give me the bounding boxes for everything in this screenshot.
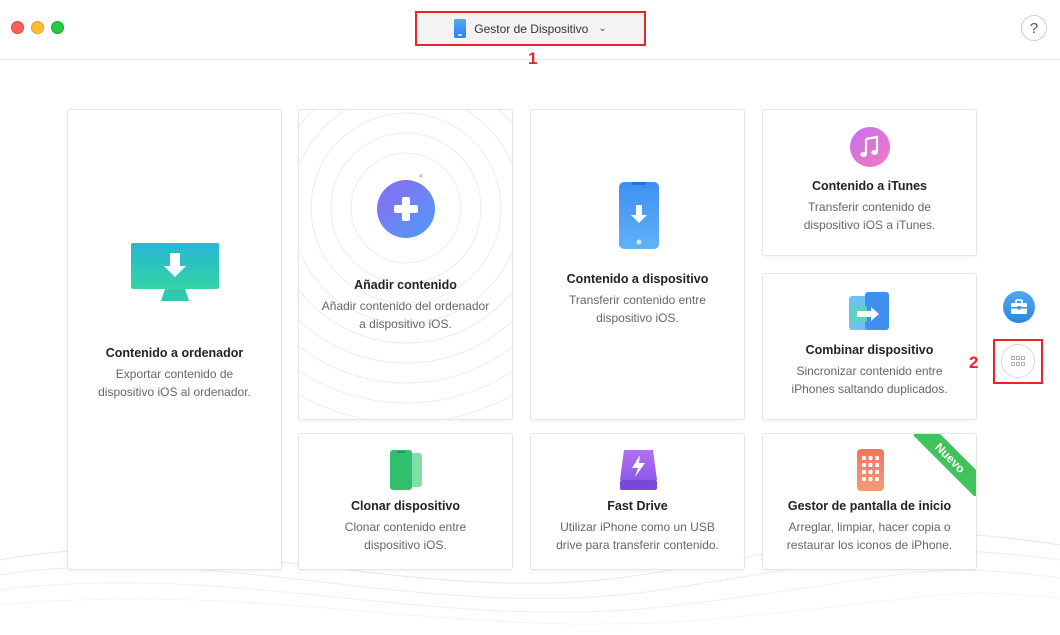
merge-phones-icon (849, 292, 889, 330)
card-contenido-a-ordenador[interactable]: Contenido a ordenador Exportar contenido… (67, 109, 282, 570)
card-title: Fast Drive (607, 499, 668, 513)
card-desc-line: dispositivo iOS al ordenador. (98, 385, 251, 399)
monitor-download-icon (131, 243, 219, 301)
device-manager-dropdown[interactable]: Gestor de Dispositivo ⌄ (415, 11, 646, 46)
callout-number-2: 2 (969, 353, 979, 372)
new-ribbon: Nuevo (914, 434, 976, 496)
card-contenido-a-itunes[interactable]: Contenido a iTunes Transferir contenido … (762, 109, 977, 256)
concentric-rings-decoration (299, 110, 512, 419)
phone-icon (454, 19, 467, 38)
callout-number-1: 1 (528, 49, 538, 68)
card-title: Clonar dispositivo (350, 499, 461, 513)
clone-phones-icon (390, 450, 422, 490)
grid-dots-icon (1011, 356, 1025, 366)
card-desc-line: Añadir contenido del ordenador (321, 299, 490, 313)
home-screen-icon (857, 449, 884, 491)
card-desc-line: Sincronizar contenido entre (796, 364, 943, 378)
card-desc-line: Exportar contenido de (115, 367, 234, 381)
new-badge: Nuevo (914, 434, 976, 496)
card-desc-line: drive para transferir contenido. (556, 538, 719, 552)
chevron-down-icon: ⌄ (598, 23, 607, 34)
window-minimize-button[interactable] (31, 21, 44, 34)
card-gestor-pantalla-inicio[interactable]: Nuevo Gestor de pantalla de inicio Arreg… (762, 433, 977, 570)
card-fast-drive[interactable]: Fast Drive Utilizar iPhone como un USB d… (530, 433, 745, 570)
card-desc-line: Transferir contenido de (808, 200, 931, 214)
card-desc-line: dispositivo iOS a iTunes. (803, 218, 936, 232)
card-desc-line: Utilizar iPhone como un USB (560, 520, 715, 534)
card-title: Contenido a ordenador (105, 346, 244, 360)
card-title: Contenido a dispositivo (566, 272, 709, 286)
card-anadir-contenido[interactable]: Añadir contenido Añadir contenido del or… (298, 109, 513, 420)
card-desc-line: dispositivo iOS. (596, 311, 679, 325)
window-maximize-button[interactable] (51, 21, 64, 34)
card-desc-line: restaurar los iconos de iPhone. (786, 538, 953, 552)
window-close-button[interactable] (11, 21, 24, 34)
phone-download-icon (619, 182, 659, 249)
card-desc-line: Arreglar, limpiar, hacer copia o (788, 520, 951, 534)
card-desc-line: dispositivo iOS. (364, 538, 447, 552)
plus-circle-icon (377, 180, 435, 238)
toolbox-icon (1011, 299, 1027, 314)
card-desc-line: a dispositivo iOS. (359, 317, 452, 331)
toolbox-button[interactable] (1003, 291, 1035, 323)
card-desc-line: Clonar contenido entre (344, 520, 467, 534)
music-note-icon (850, 127, 890, 167)
drive-bolt-icon (620, 450, 657, 490)
device-manager-label: Gestor de Dispositivo (474, 21, 589, 36)
card-title: Combinar dispositivo (805, 343, 934, 357)
card-contenido-a-dispositivo[interactable]: Contenido a dispositivo Transferir conte… (530, 109, 745, 420)
card-title: Gestor de pantalla de inicio (787, 499, 952, 513)
card-desc-line: iPhones saltando duplicados. (791, 382, 948, 396)
card-title: Añadir contenido (354, 278, 457, 292)
card-title: Contenido a iTunes (811, 179, 928, 193)
card-desc-line: Transferir contenido entre (569, 293, 706, 307)
card-clonar-dispositivo[interactable]: Clonar dispositivo Clonar contenido entr… (298, 433, 513, 570)
card-combinar-dispositivo[interactable]: Combinar dispositivo Sincronizar conteni… (762, 273, 977, 420)
help-button[interactable]: ? (1021, 15, 1047, 41)
more-tools-button[interactable] (1001, 344, 1035, 378)
